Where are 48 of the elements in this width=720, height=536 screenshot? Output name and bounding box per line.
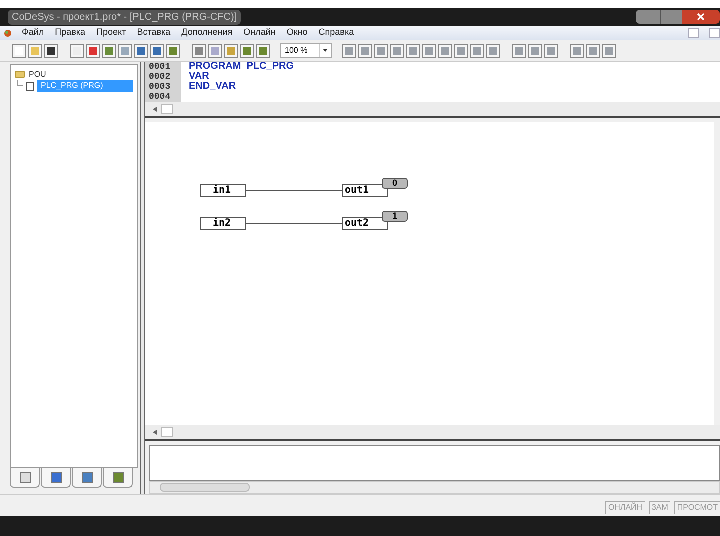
- app-icon: [4, 28, 12, 38]
- mdi-restore-button[interactable]: [709, 28, 720, 38]
- toolbar-icon[interactable]: [44, 44, 58, 58]
- tab-icon: [20, 472, 30, 483]
- close-button[interactable]: [682, 10, 720, 24]
- minimize-button[interactable]: [636, 10, 660, 24]
- status-field: ПРОСМОТ: [674, 501, 720, 514]
- status-field: ОНЛАЙН: [605, 501, 645, 514]
- line-number: 0004: [145, 92, 181, 102]
- value-display: 0: [382, 178, 408, 189]
- caret-icon: [323, 49, 328, 52]
- tree-item[interactable]: POU: [29, 68, 46, 80]
- window-title: CoDeSys - проект1.pro* - [PLC_PRG (PRG-CFC)]: [8, 10, 242, 24]
- object-tab[interactable]: [72, 468, 102, 488]
- code-line: END_VAR: [188, 82, 236, 92]
- tab-icon: [82, 472, 92, 483]
- left-arrow-icon: [153, 430, 157, 434]
- menu-item[interactable]: Вставка: [137, 26, 171, 40]
- left-arrow-icon: [153, 106, 157, 112]
- menu-item[interactable]: Правка: [55, 26, 86, 40]
- line-number: 0001: [145, 62, 181, 72]
- tab-icon: [50, 472, 62, 483]
- menu-item[interactable]: Дополнения: [182, 26, 233, 40]
- menu-item[interactable]: Справка: [318, 26, 354, 40]
- menu-item[interactable]: Файл: [22, 26, 44, 40]
- tab-icon: [112, 472, 124, 483]
- object-tab[interactable]: [41, 468, 71, 488]
- document-icon: [26, 82, 34, 90]
- status-field: ЗАМ: [648, 501, 670, 514]
- value-display: 1: [382, 211, 408, 222]
- code-line: PROGRAM PLC_PRG: [188, 62, 294, 72]
- maximize-button[interactable]: [660, 10, 682, 24]
- input-block: in1: [200, 184, 246, 197]
- menu-item[interactable]: Онлайн: [244, 26, 276, 40]
- line-number: 0002: [145, 72, 181, 82]
- scroll-thumb[interactable]: [161, 427, 173, 437]
- menu-item[interactable]: Окно: [286, 26, 308, 40]
- menu-item[interactable]: Проект: [96, 26, 126, 40]
- line-number: 0003: [145, 82, 181, 92]
- object-tab[interactable]: [103, 468, 133, 488]
- scroll-thumb[interactable]: [161, 104, 173, 114]
- zoom-dropdown[interactable]: 100 %: [280, 43, 332, 58]
- close-icon: [697, 13, 705, 21]
- mdi-minimize-button[interactable]: [688, 28, 699, 38]
- scroll-thumb[interactable]: [160, 483, 250, 492]
- input-block: in2: [200, 217, 246, 230]
- object-tab[interactable]: [10, 468, 40, 488]
- code-line: VAR: [188, 72, 210, 82]
